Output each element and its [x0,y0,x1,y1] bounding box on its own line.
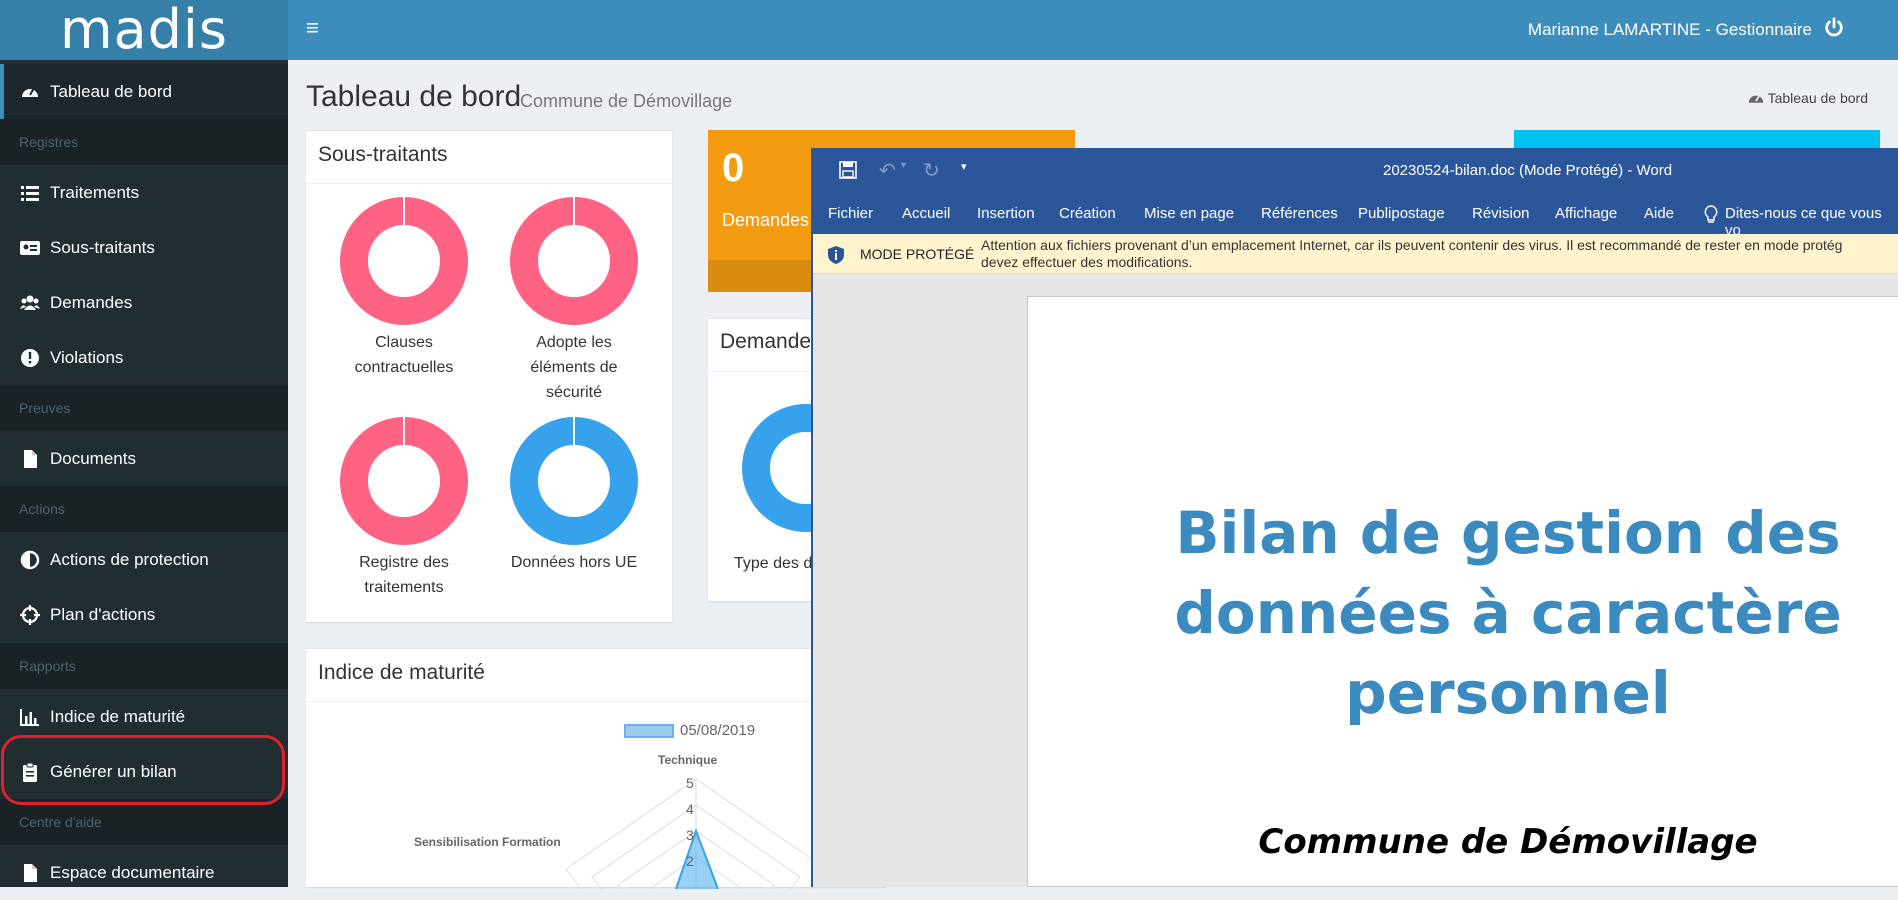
tab-mise-en-page[interactable]: Mise en page [1144,205,1234,222]
sidebar-item-label: Plan d'actions [50,604,156,624]
breadcrumb[interactable]: Tableau de bord [1748,90,1868,106]
adjust-icon [20,550,40,570]
sidebar-item-actions-protection[interactable]: Actions de protection [0,532,288,587]
divider [306,701,886,702]
word-window[interactable]: ↶ ▾ ↻ ▾ 20230524-bilan.doc (Mode Protégé… [811,148,1898,887]
highlight-annotation [1,735,285,805]
protected-view-message: Attention aux fichiers provenant d’un em… [981,237,1843,253]
tab-publipostage[interactable]: Publipostage [1358,205,1445,222]
sidebar-section-preuves: Preuves [0,385,288,431]
redo-icon[interactable]: ↻ [923,158,940,183]
document-subtitle: Commune de Démovillage [1258,822,1758,862]
legend-swatch [624,724,674,738]
tab-creation[interactable]: Création [1059,205,1116,222]
breadcrumb-item: Tableau de bord [1767,90,1868,106]
sidebar-item-label: Espace documentaire [50,862,215,882]
radar-tick: 5 [686,775,694,791]
sidebar-item-label: Indice de maturité [50,706,186,726]
sidebar-item-label: Traitements [50,182,140,202]
save-icon[interactable] [839,161,857,179]
donut-label: Clauses contractuelles [354,334,454,376]
list-icon [21,186,39,201]
page-subtitle: Commune de Démovillage [520,91,733,111]
sidebar-item-label: Actions de protection [50,549,209,569]
donut-chart-registre [340,417,468,545]
sidebar-item-label: Demandes [50,292,133,312]
sidebar-section-registres: Registres [0,119,288,165]
protected-view-bar: MODE PROTÉGÉ Attention aux fichiers prov… [813,234,1898,274]
tab-fichier[interactable]: Fichier [828,205,873,222]
dashboard-gauge-icon [1748,95,1763,103]
menu-toggle-icon[interactable]: ≡ [306,17,319,39]
donut-label: Registre des traitements [359,554,449,596]
protected-view-label: MODE PROTÉGÉ [860,246,975,262]
file-icon [24,450,37,468]
donut-label: Adopte les éléments de sécurité [530,334,618,401]
box-title: Sous-traitants [318,143,448,166]
page-title: Tableau de bord [306,80,522,113]
sidebar-item-documents[interactable]: Documents [0,431,288,486]
radar-tick: 2 [686,853,694,869]
ribbon-tabs: Fichier Accueil Insertion Création Mise … [813,194,1898,239]
dashboard-gauge-icon [22,87,38,97]
file-icon [24,864,37,882]
tab-revision[interactable]: Révision [1472,205,1530,222]
crosshairs-icon [20,605,40,625]
sidebar-section-rapports: Rapports [0,643,288,689]
undo-icon[interactable]: ↶ [879,158,896,183]
sidebar-item-label: Documents [50,448,136,468]
donut-label: Données hors UE [510,554,638,571]
radar-axis-label: Technique [658,753,718,767]
sidebar-section-actions: Actions [0,486,288,532]
app-logo[interactable]: madis [0,0,288,60]
tab-aide[interactable]: Aide [1644,205,1674,222]
radar-tick: 4 [686,801,694,817]
sidebar-item-espace-documentaire[interactable]: Espace documentaire [0,845,288,900]
box-title: Indice de maturité [318,661,485,684]
document-title: Bilan de gestion des données à caractère… [1174,499,1842,727]
tab-insertion[interactable]: Insertion [977,205,1035,222]
tab-accueil[interactable]: Accueil [902,205,950,222]
id-card-icon [20,241,40,255]
word-titlebar[interactable]: ↶ ▾ ↻ ▾ 20230524-bilan.doc (Mode Protégé… [813,148,1898,194]
protected-view-message: devez effectuer des modifications. [981,254,1193,270]
word-window-title: 20230524-bilan.doc (Mode Protégé) - Word [1383,162,1673,179]
radar-tick: 3 [686,827,694,843]
legend-label: 05/08/2019 [680,722,756,739]
box-title: Demande [720,330,812,353]
exclamation-circle-icon [21,349,39,367]
stat-label: Demandes a [722,210,825,230]
shield-info-icon [828,246,844,264]
sidebar-item-dashboard[interactable]: Tableau de bord [0,64,288,119]
quick-access-customize-icon[interactable]: ▾ [961,160,967,173]
sidebar-item-label: Tableau de bord [50,81,172,101]
sidebar-item-traitements[interactable]: Traitements [0,165,288,220]
donut-label: Type des d [734,555,813,572]
sidebar-item-demandes[interactable]: Demandes [0,275,288,330]
sidebar-item-violations[interactable]: Violations [0,330,288,385]
sidebar-section-centre-aide: Centre d'aide [0,799,288,845]
donut-chart-securite [510,197,638,325]
bar-chart-icon [20,709,39,726]
document-page[interactable]: Bilan de gestion des données à caractère… [1027,296,1898,887]
divider [306,183,672,184]
donut-chart-clauses [340,197,468,325]
sidebar-item-plan-actions[interactable]: Plan d'actions [0,587,288,642]
sidebar-item-label: Sous-traitants [50,237,155,257]
sidebar-item-sous-traitants[interactable]: Sous-traitants [0,220,288,275]
top-navbar: madis ≡ Marianne LAMARTINE - Gestionnair… [0,0,1898,60]
user-menu[interactable]: Marianne LAMARTINE - Gestionnaire [1528,20,1812,40]
undo-dropdown-icon[interactable]: ▾ [901,160,906,171]
stat-value: 0 [722,146,745,190]
tab-affichage[interactable]: Affichage [1555,205,1617,222]
maturity-box: Indice de maturité 05/08/2019 Technique … [306,648,886,889]
power-icon[interactable] [1823,16,1845,38]
subcontractors-box: Sous-traitants Clauses contractuelles Ad… [306,130,672,622]
donut-chart-hors-ue [510,417,638,545]
lightbulb-icon [1704,205,1718,223]
users-icon [20,295,40,310]
sidebar-item-label: Violations [50,347,124,367]
tab-references[interactable]: Références [1261,205,1338,222]
